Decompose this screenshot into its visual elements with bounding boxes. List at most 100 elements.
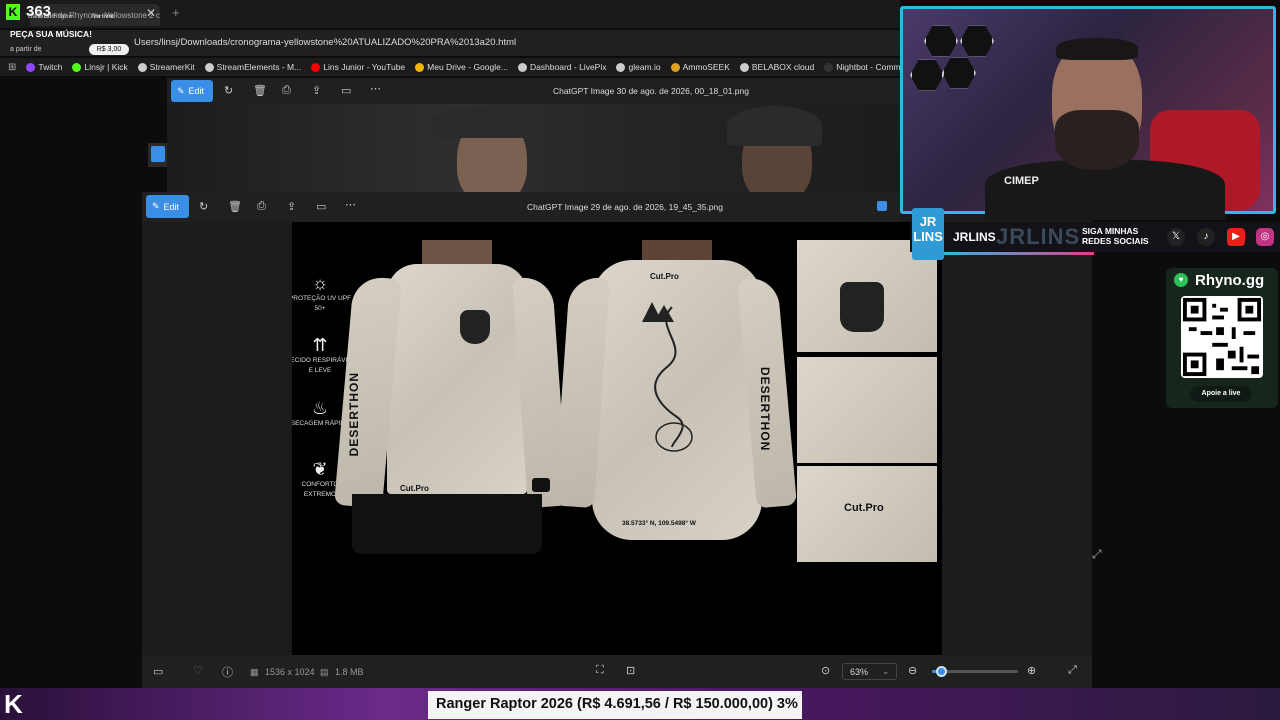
bookmark-item[interactable]: StreamerKit (137, 62, 195, 72)
viewer-back-toolbar (167, 78, 900, 104)
song-request-title: PEÇA SUA MÚSICA! (10, 29, 93, 39)
bookmark-item[interactable]: Nightbot - Comm (824, 62, 900, 72)
kick-corner-icon: K (4, 689, 23, 719)
bookmark-favicon-icon (311, 62, 321, 72)
bate-label: Baile do Rhyno (28, 13, 73, 20)
edit-button[interactable]: ✎ Edit (171, 80, 213, 102)
fit-icon[interactable]: ⊡ (626, 664, 635, 677)
watch-icon (532, 478, 550, 492)
instagram-icon: ◎ (1256, 228, 1274, 246)
brand-closeup: Cut.Pro (844, 502, 884, 514)
zoom-in-icon[interactable]: ⊕ (1027, 664, 1036, 677)
feature-item: ☼ PROTEÇÃO UV UPF 50+ (292, 272, 355, 314)
share-icon[interactable]: ⇪ (312, 84, 321, 97)
x-icon: 𝕏 (1167, 228, 1185, 246)
favorite-icon[interactable]: ♡ (193, 664, 203, 677)
bookmark-label: Meu Drive - Google... (427, 62, 508, 72)
bookmark-label: Linsjr | Kick (84, 62, 128, 72)
info-icon[interactable]: ⓘ (222, 664, 233, 680)
bookmark-item[interactable]: StreamElements - M... (204, 62, 301, 72)
model-pants-front (352, 494, 542, 554)
new-tab-icon[interactable]: + (172, 5, 180, 20)
brand-label-front: Cut.Pro (400, 484, 429, 493)
youtube-icon: ▶ (1227, 228, 1245, 246)
from-label: a partir de (10, 46, 42, 53)
print-icon[interactable]: ⎙ (257, 200, 266, 213)
crop-icon[interactable]: ⛶ (596, 664, 604, 677)
close-tab-icon[interactable]: ✕ (146, 6, 156, 20)
bookmark-label: Lins Junior - YouTube (323, 62, 406, 72)
channel-name-ghost: JRLINS (996, 224, 1081, 249)
bookmark-label: StreamerKit (149, 62, 195, 72)
bookmark-item[interactable]: BELABOX cloud (739, 62, 815, 72)
bookmark-item[interactable]: gleam.io (616, 62, 661, 72)
url-text[interactable]: Users/linsj/Downloads/cronograma-yellows… (134, 37, 516, 48)
coordinates-label: 38.5733° N, 109.5498° W (622, 520, 696, 527)
bookmark-item[interactable]: Linsjr | Kick (72, 62, 128, 72)
edit-button[interactable]: ✎ Edit (146, 195, 189, 218)
heart-icon: ♥ (1174, 273, 1188, 287)
slideshow-icon[interactable]: ▭ (341, 84, 351, 97)
zoom-out-icon[interactable]: ⊖ (908, 664, 917, 677)
edit-icon[interactable] (151, 146, 165, 162)
kick-logo-icon: K (6, 4, 20, 20)
goal-ticker: Ranger Raptor 2026 (R$ 4.691,56 / R$ 150… (428, 691, 802, 719)
image-dimensions: 1536 x 1024 (265, 667, 315, 677)
viewer-back-title: ChatGPT Image 30 de ago. de 2026, 00_18_… (553, 86, 749, 96)
feature-label: PROTEÇÃO UV UPF 50+ (292, 295, 352, 312)
brand-label-back: Cut.Pro (650, 272, 679, 281)
follow-text: SIGA MINHAS REDES SOCIAIS (1082, 226, 1149, 246)
bookmark-label: Twitch (38, 62, 63, 72)
bookmark-item[interactable]: AmmoSEEK (670, 62, 730, 72)
more-icon[interactable]: ⋯ (370, 82, 381, 95)
expand-icon[interactable]: ⤢ (1068, 664, 1077, 677)
fullscreen-icon[interactable] (877, 201, 887, 211)
fabric-icon: ⇈ (312, 335, 328, 355)
fila-label: fila livre (92, 13, 115, 20)
bookmark-favicon-icon (616, 62, 626, 72)
banner-accent (944, 252, 1094, 255)
front-shirt (387, 264, 527, 494)
trail-illustration-icon (642, 302, 693, 452)
zoom-slider-thumb[interactable] (935, 666, 947, 677)
channel-name: JRLINS (953, 230, 996, 244)
sun-icon: ☼ (311, 273, 329, 293)
bookmark-item[interactable]: Dashboard - LivePix (517, 62, 606, 72)
bookmark-favicon-icon (739, 62, 749, 72)
apps-icon[interactable]: ⊞ (8, 62, 16, 73)
slideshow-icon[interactable]: ▭ (316, 200, 326, 213)
actual-size-icon[interactable]: ⊙ (821, 664, 830, 677)
bookmark-favicon-icon (26, 62, 36, 72)
detail-fabric (797, 357, 937, 463)
bookmarks-bar: ⊞ Twitch Linsjr | Kick StreamerKit StreamEl… (0, 58, 900, 76)
bookmark-favicon-icon (670, 62, 680, 72)
bookmark-favicon-icon (824, 62, 834, 72)
streamer-hair (1056, 38, 1138, 60)
bookmark-label: gleam.io (628, 62, 661, 72)
bookmark-item[interactable]: Twitch (26, 62, 62, 72)
chevron-down-icon: ⌄ (882, 666, 890, 676)
edit-icon: ✎ (152, 201, 160, 211)
filmstrip-icon[interactable]: ▭ (153, 665, 163, 678)
share-icon[interactable]: ⇪ (287, 200, 296, 213)
tiktok-icon: ♪ (1197, 228, 1215, 246)
bookmark-item[interactable]: Meu Drive - Google... (415, 62, 508, 72)
print-icon[interactable]: ⎙ (282, 84, 291, 97)
bookmark-label: BELABOX cloud (751, 62, 815, 72)
delete-icon[interactable]: 🗑 (253, 84, 267, 97)
viewer-main-toolbar (142, 192, 900, 222)
dimensions-icon: ▦ (250, 667, 259, 677)
expand-icon[interactable]: ⤢ (1092, 547, 1108, 563)
channel-logo: JR LINS (912, 208, 944, 260)
bookmark-favicon-icon (204, 62, 214, 72)
zoom-value: 63% (850, 667, 869, 677)
delete-icon[interactable]: 🗑 (228, 200, 242, 213)
more-icon[interactable]: ⋯ (345, 198, 356, 211)
bookmark-item[interactable]: Lins Junior - YouTube (311, 62, 405, 72)
file-size: 1.8 MB (335, 667, 364, 677)
deserthon-badge-icon (460, 310, 490, 344)
rotate-icon[interactable]: ↻ (224, 84, 233, 97)
viewer-main-title: ChatGPT Image 29 de ago. de 2026, 19_45_… (527, 202, 723, 212)
rhyno-title: Rhyno.gg (1195, 272, 1265, 289)
rotate-icon[interactable]: ↻ (199, 200, 208, 213)
